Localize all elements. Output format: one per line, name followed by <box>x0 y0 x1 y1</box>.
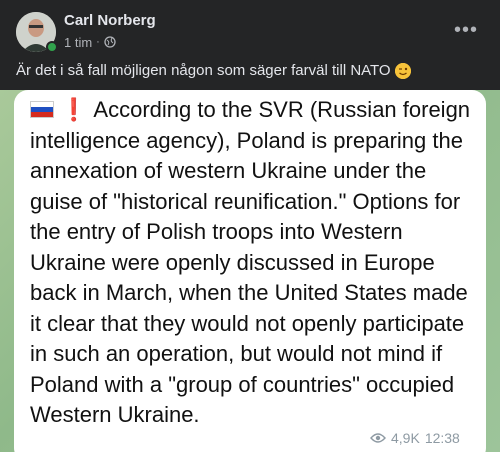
message-body: According to the SVR (Russian foreign in… <box>30 97 471 427</box>
caption-text: Är det i så fall möjligen någon som säge… <box>16 62 391 79</box>
exclamation-icon: ❗ <box>60 97 88 122</box>
author-name[interactable]: Carl Norberg <box>64 12 156 29</box>
post-meta: 1 tim · <box>64 35 116 50</box>
ellipsis-icon: ••• <box>453 18 478 41</box>
telegram-message-text: ❗ According to the SVR (Russian foreign i… <box>30 95 480 431</box>
online-status-dot <box>46 41 58 53</box>
more-options-button[interactable]: ••• <box>452 16 480 44</box>
meta-separator: · <box>96 36 100 48</box>
message-time: 12:38 <box>424 430 460 446</box>
view-count: 4,9K <box>391 430 420 446</box>
post-caption: Är det i så fall möjligen någon som säge… <box>16 62 486 79</box>
winking-face-icon <box>394 62 411 79</box>
message-footer: 4,9K 12:38 <box>370 428 460 448</box>
post-time[interactable]: 1 tim <box>64 35 92 50</box>
eye-icon <box>370 433 386 443</box>
russian-flag-icon <box>30 101 54 118</box>
globe-icon[interactable] <box>104 36 116 48</box>
post-header: Carl Norberg 1 tim · ••• Är det i så fal… <box>0 0 500 90</box>
